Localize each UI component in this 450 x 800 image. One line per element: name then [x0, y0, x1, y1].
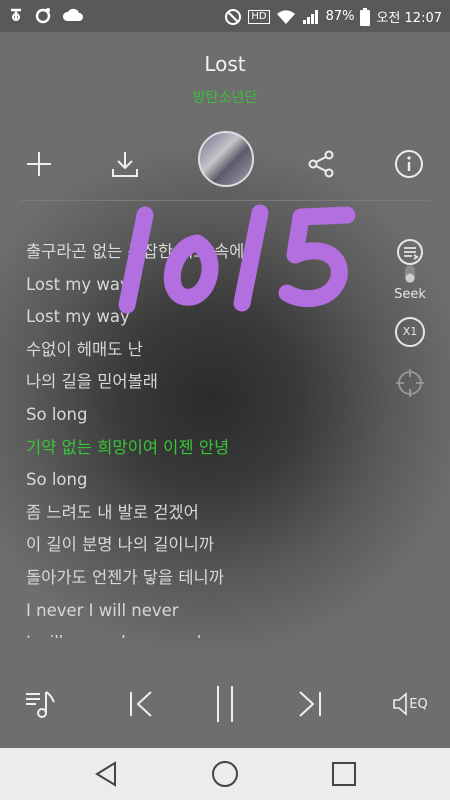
music-player-screen: HD 87% 오전 12:07 Lost 방탄소년단 출구라곤 없는 복잡한 미…: [0, 0, 450, 800]
seek-toggle[interactable]: [392, 264, 428, 288]
seek-label: Seek: [394, 287, 426, 302]
battery-percent: 87%: [325, 9, 355, 24]
home-button[interactable]: [205, 758, 245, 790]
clock: 오전 12:07: [376, 11, 442, 26]
plus-icon: [27, 152, 51, 176]
do-not-disturb-icon: [225, 8, 242, 25]
cellular-signal-icon: [302, 9, 318, 24]
status-bar-indicators: HD 87% 오전 12:07: [224, 7, 442, 26]
lyric-line[interactable]: So long: [26, 399, 386, 432]
player-controls: EQ: [0, 675, 450, 735]
lyrics-panel[interactable]: 출구라곤 없는 복잡한 미로 속에 Lost my way Lost my way 수…: [26, 236, 386, 638]
download-icon: [112, 152, 138, 177]
song-title: Lost: [204, 52, 246, 76]
lyrics-list-icon: [397, 239, 423, 265]
skip-next-icon: [299, 691, 321, 717]
lyric-line[interactable]: Lost my way: [26, 269, 386, 302]
equalizer-button[interactable]: EQ: [385, 675, 435, 733]
back-button[interactable]: [86, 758, 126, 790]
playlist-button[interactable]: [15, 675, 65, 733]
pause-icon: [217, 686, 233, 722]
lyric-line[interactable]: 출구라곤 없는 복잡한 미로 속에: [26, 236, 386, 269]
lyric-line[interactable]: 돌아가도 언젠가 닿을 테니까: [26, 562, 386, 595]
lyric-line[interactable]: 좀 느려도 내 발로 걷겠어: [26, 497, 386, 530]
artist-name[interactable]: 방탄소년단: [0, 87, 450, 107]
share-icon: [308, 150, 334, 178]
system-navigation-bar: [0, 748, 450, 800]
download-button[interactable]: [101, 132, 149, 196]
lyric-line[interactable]: I will never lose my dream: [26, 627, 386, 638]
recent-apps-square-icon: [332, 762, 356, 786]
skip-previous-icon: [130, 691, 152, 717]
status-bar-notifications: [8, 6, 84, 24]
info-button[interactable]: [385, 132, 433, 196]
playback-speed-button[interactable]: X1: [392, 317, 428, 347]
home-circle-icon: [212, 761, 238, 787]
lyric-line[interactable]: 나의 길을 믿어볼래: [26, 366, 386, 399]
playlist-note-icon: [26, 691, 55, 718]
cloud-icon: [62, 8, 83, 21]
sync-target-button[interactable]: [392, 368, 428, 402]
lyric-line[interactable]: 이 길이 분명 나의 길이니까: [26, 529, 386, 562]
header-divider: [20, 200, 430, 201]
speed-label: X1: [395, 317, 425, 347]
add-to-playlist-button[interactable]: [15, 132, 63, 196]
next-track-button[interactable]: [285, 675, 335, 733]
lyric-line[interactable]: 수없이 헤매도 난: [26, 334, 386, 367]
status-bar: HD 87% 오전 12:07: [0, 0, 450, 32]
previous-track-button[interactable]: [116, 675, 166, 733]
recent-apps-button[interactable]: [324, 758, 364, 790]
wifi-icon: [276, 9, 295, 24]
lyric-line-current[interactable]: 기약 없는 희망이여 이젠 안녕: [26, 432, 386, 465]
lyric-line[interactable]: I never I will never: [26, 595, 386, 628]
app-notification-icon: [11, 8, 21, 21]
battery-icon: [360, 7, 371, 26]
share-button[interactable]: [297, 132, 345, 196]
hd-voice-icon: HD: [248, 9, 270, 24]
eq-label: EQ: [409, 696, 428, 712]
info-icon: [395, 150, 423, 178]
album-art-thumbnail[interactable]: [198, 131, 254, 187]
lyric-line[interactable]: So long: [26, 464, 386, 497]
speaker-eq-icon: [393, 692, 408, 716]
back-triangle-icon: [95, 761, 116, 787]
music-app-icon: [35, 8, 51, 24]
toggle-switch-icon: [405, 265, 415, 283]
crosshair-icon: [396, 369, 424, 397]
pause-button[interactable]: [200, 675, 250, 733]
lyric-line[interactable]: Lost my way: [26, 301, 386, 334]
